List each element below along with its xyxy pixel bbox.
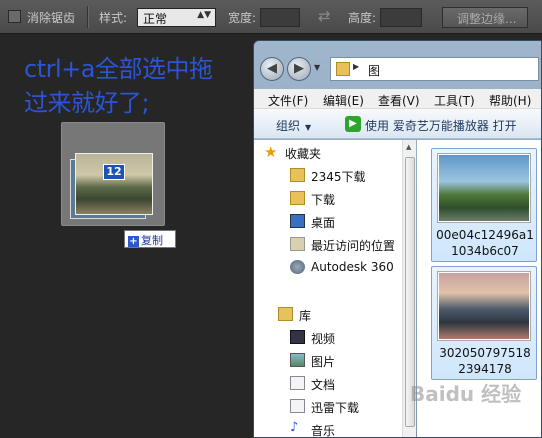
nav-item-label: 迅雷下载 <box>311 401 360 415</box>
nav-item-autodesk[interactable]: Autodesk 360 <box>254 257 398 279</box>
copy-tooltip: + 复制 <box>124 230 176 248</box>
height-input[interactable] <box>380 8 422 27</box>
menu-bar: 文件(F) 编辑(E) 查看(V) 工具(T) 帮助(H) <box>254 89 541 109</box>
nav-item-video[interactable]: 视频 <box>254 327 398 349</box>
library-icon <box>278 307 293 321</box>
scroll-up-icon[interactable]: ▲ <box>406 143 411 151</box>
nav-item-downloads[interactable]: 下载 <box>254 188 398 210</box>
file-count-badge: 12 <box>103 164 125 180</box>
nav-item-desktop[interactable]: 桌面 <box>254 211 398 233</box>
nav-item-label: 视频 <box>311 332 336 346</box>
antialias-checkbox[interactable] <box>8 10 21 23</box>
file-item[interactable]: 00e04c12496a11034b6c07 <box>431 148 537 262</box>
file-name: 00e04c12496a11034b6c07 <box>436 228 534 258</box>
nav-item-2345-download[interactable]: 2345下载 <box>254 165 398 187</box>
recent-places-icon <box>290 237 305 251</box>
menu-view[interactable]: 查看(V) <box>378 92 420 109</box>
nav-item-label: 桌面 <box>311 216 336 230</box>
nav-item-label: 收藏夹 <box>285 147 322 161</box>
menu-file[interactable]: 文件(F) <box>268 92 308 109</box>
folder-icon <box>336 62 350 76</box>
drag-thumbnail <box>75 153 153 215</box>
style-value: 正常 <box>143 12 168 26</box>
width-label: 宽度: <box>228 11 257 25</box>
menu-tools[interactable]: 工具(T) <box>434 92 475 109</box>
breadcrumb-arrow-icon[interactable]: ▶ <box>353 62 359 71</box>
nav-item-music[interactable]: ♪ 音乐 <box>254 419 398 438</box>
file-thumbnail <box>438 272 530 340</box>
swap-icon[interactable]: ⇄ <box>318 7 331 25</box>
nav-item-label: Autodesk 360 <box>311 260 394 274</box>
drag-preview: 12 <box>61 122 165 226</box>
menu-edit[interactable]: 编辑(E) <box>323 92 364 109</box>
star-icon: ★ <box>264 143 278 161</box>
chevron-down-icon: ▼ <box>305 123 312 132</box>
instruction-text: ctrl+a全部选中拖过来就好了; <box>24 55 213 117</box>
width-input[interactable] <box>260 8 300 27</box>
open-with-player-button[interactable]: 使用 爱奇艺万能播放器 打开 <box>365 117 517 134</box>
style-label: 样式: <box>99 11 128 25</box>
organize-button[interactable]: 组织 ▼ <box>276 117 311 134</box>
nav-item-thunder[interactable]: 迅雷下载 <box>254 396 398 418</box>
divider <box>87 6 88 28</box>
address-bar[interactable]: ▶ 图 <box>330 57 539 81</box>
command-bar: 组织 ▼ ▶ 使用 爱奇艺万能播放器 打开 <box>254 109 541 139</box>
organize-label: 组织 <box>276 119 301 133</box>
options-bar: 消除锯齿 样式: 正常 ▲▼ 宽度: ⇄ 高度: 调整边缘... <box>0 0 542 34</box>
folder-icon <box>290 168 305 182</box>
nav-item-label: 音乐 <box>311 424 336 438</box>
nav-item-libraries[interactable]: 库 <box>254 304 398 326</box>
download-folder-icon <box>290 191 305 205</box>
nav-item-pictures[interactable]: 图片 <box>254 350 398 372</box>
player-icon: ▶ <box>345 116 361 132</box>
style-select[interactable]: 正常 ▲▼ <box>137 8 216 27</box>
nav-item-recent[interactable]: 最近访问的位置 <box>254 234 398 256</box>
nav-item-favorites[interactable]: ★ 收藏夹 <box>254 142 398 164</box>
menu-help[interactable]: 帮助(H) <box>489 92 531 109</box>
copy-label: 复制 <box>141 234 163 247</box>
navigation-pane: ★ 收藏夹 2345下载 下载 桌面 最近访问的位置 Autodesk 360 … <box>254 140 402 438</box>
history-dropdown-icon[interactable]: ▼ <box>314 63 320 72</box>
nav-item-label: 库 <box>299 309 312 323</box>
breadcrumb-folder[interactable]: 图 <box>368 62 380 79</box>
plus-icon: + <box>128 236 139 247</box>
music-icon: ♪ <box>290 420 299 435</box>
nav-item-label: 2345下载 <box>311 170 366 184</box>
nav-item-label: 文档 <box>311 378 336 392</box>
thunder-download-icon <box>290 399 305 413</box>
forward-button[interactable]: ▶ <box>287 57 311 81</box>
file-item[interactable]: 3020507975182394178 <box>431 266 537 380</box>
file-thumbnail <box>438 154 530 222</box>
height-label: 高度: <box>348 11 377 25</box>
cloud-icon <box>290 260 305 274</box>
documents-icon <box>290 376 305 390</box>
select-arrow-icon: ▲▼ <box>197 10 211 20</box>
pictures-icon <box>290 353 305 367</box>
desktop-icon <box>290 214 305 228</box>
video-icon <box>290 330 305 344</box>
refine-edge-button[interactable]: 调整边缘... <box>442 7 528 28</box>
nav-item-label: 最近访问的位置 <box>311 239 396 253</box>
antialias-label: 消除锯齿 <box>27 11 76 25</box>
nav-item-label: 下载 <box>311 193 336 207</box>
watermark: Baidu 经验 <box>410 382 522 406</box>
nav-item-label: 图片 <box>311 355 336 369</box>
file-name: 3020507975182394178 <box>439 346 531 376</box>
back-button[interactable]: ◀ <box>260 57 284 81</box>
nav-item-documents[interactable]: 文档 <box>254 373 398 395</box>
